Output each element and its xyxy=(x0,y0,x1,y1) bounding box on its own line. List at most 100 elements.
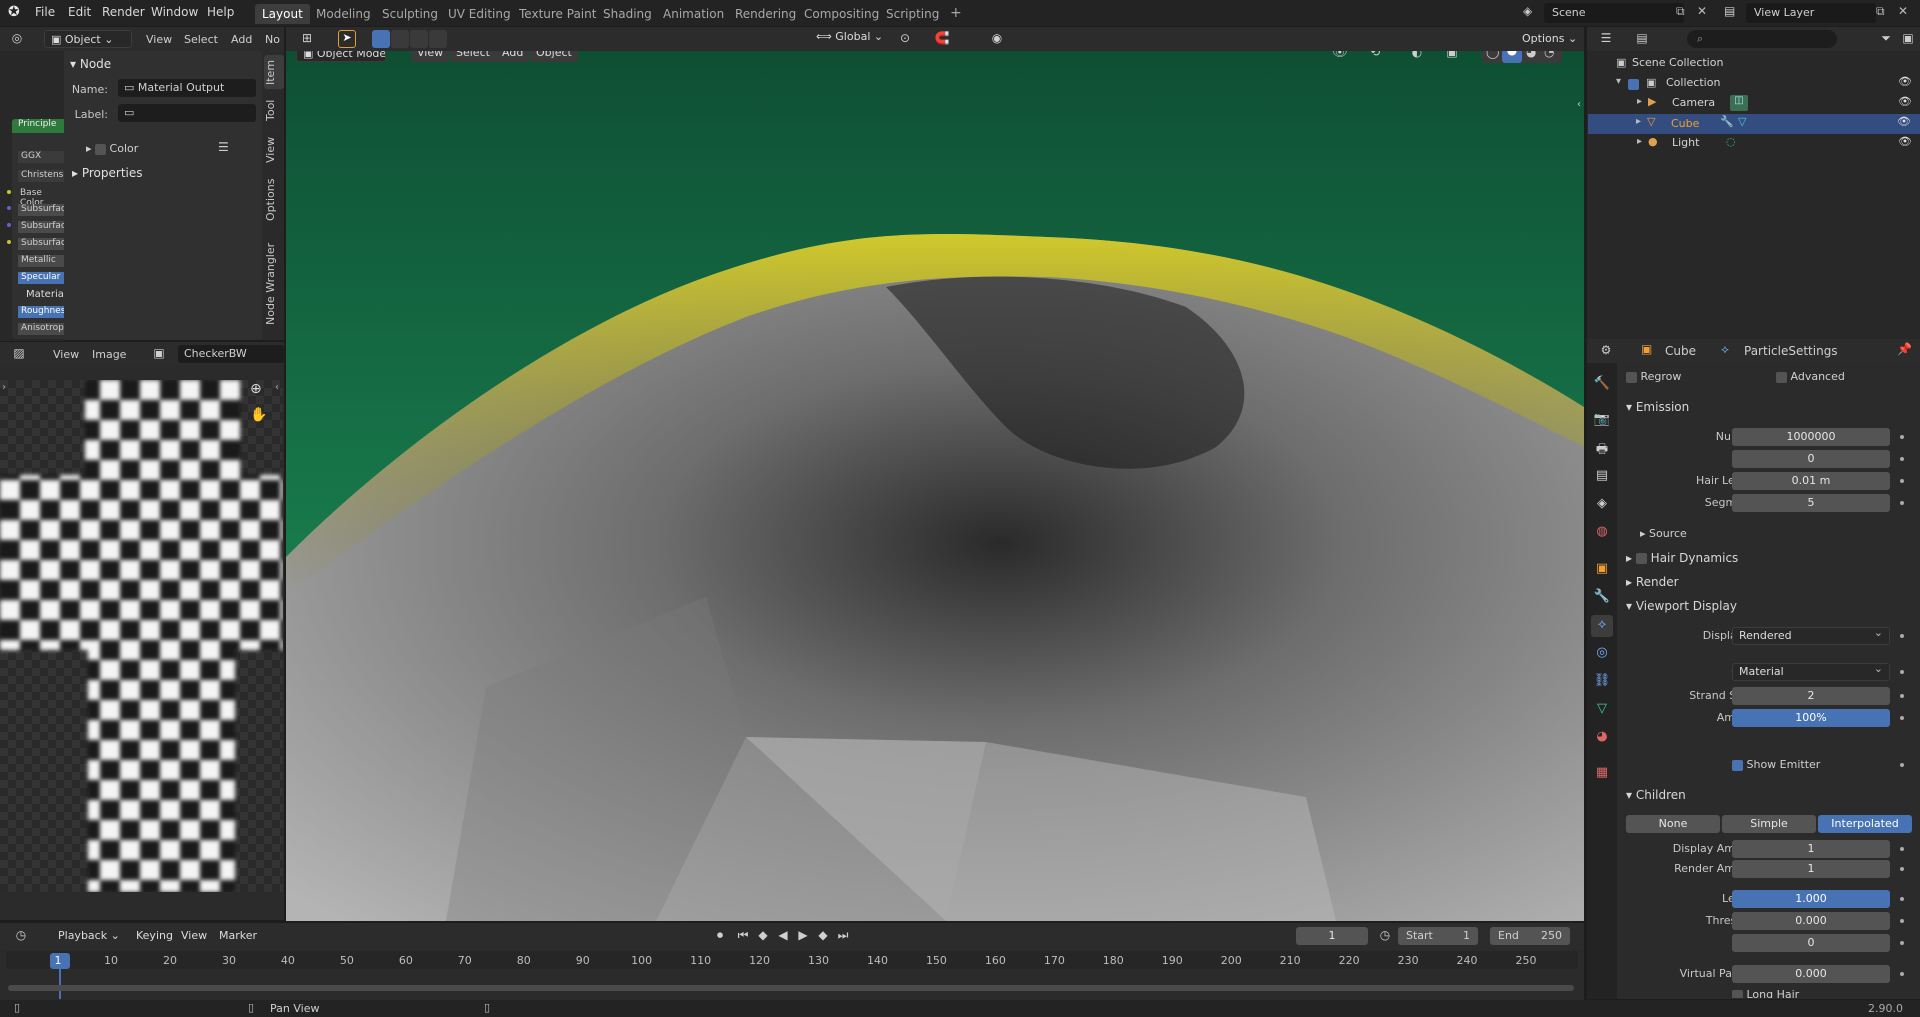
new-scene-icon[interactable]: ⧉ xyxy=(1676,4,1685,19)
delete-view-layer-icon[interactable]: ✕ xyxy=(1898,4,1908,18)
expand-arrow-icon[interactable]: ▾ xyxy=(1616,76,1621,87)
select-mode-new-icon[interactable] xyxy=(372,30,390,48)
object-type-dropdown[interactable]: ▣ Object ⌄ xyxy=(44,30,132,48)
node-editor[interactable]: ◎ ▣ Object ⌄ View Select Add No Principl… xyxy=(0,27,284,341)
new-view-layer-icon[interactable]: ⧉ xyxy=(1876,4,1885,19)
node-label-field[interactable]: ▭ xyxy=(118,104,256,122)
view-layer-icon[interactable]: ▤ xyxy=(1724,4,1735,18)
keyframe-dot-icon[interactable] xyxy=(1900,501,1904,505)
timeline-scrollbar[interactable] xyxy=(8,985,1574,991)
socket-icon[interactable] xyxy=(7,240,11,244)
current-frame-field[interactable]: 1 xyxy=(1296,927,1368,945)
image-menu[interactable]: Image xyxy=(92,348,126,361)
threshold-field[interactable]: 0.000 xyxy=(1732,912,1890,930)
segments-field[interactable]: 5 xyxy=(1732,494,1890,512)
keyframe-dot-icon[interactable] xyxy=(1900,919,1904,923)
play-icon[interactable]: ▶ xyxy=(792,926,814,946)
tab-modeling[interactable]: Modeling xyxy=(309,4,378,24)
outliner-row-cube[interactable]: ▸ ▽ Cube 🔧 ▽ 👁 xyxy=(1588,114,1920,134)
advanced-checkbox[interactable] xyxy=(1776,371,1787,383)
number-field[interactable]: 1000000 xyxy=(1732,428,1890,446)
expand-arrow-icon[interactable]: ▸ xyxy=(1636,116,1641,127)
view-layer-selector[interactable]: View Layer xyxy=(1746,3,1876,23)
constraints-tab-icon[interactable]: ⛓ xyxy=(1591,671,1613,693)
virtual-parents-field[interactable]: 0.000 xyxy=(1732,965,1890,983)
modifier-icon[interactable]: 🔧 xyxy=(1720,115,1734,128)
tab-tool[interactable]: Tool xyxy=(264,93,284,127)
modifiers-tab-icon[interactable]: 🔧 xyxy=(1591,587,1613,609)
properties-editor-type-icon[interactable]: ⚙ xyxy=(1595,341,1617,361)
hair-dynamics-checkbox[interactable] xyxy=(1635,553,1647,564)
pan-hand-icon[interactable]: ✋ xyxy=(250,407,267,423)
display-amount-field[interactable]: 1 xyxy=(1732,840,1890,858)
image-editor-type-icon[interactable]: ▨ xyxy=(8,344,30,364)
scene-tab-icon[interactable]: ◈ xyxy=(1591,494,1613,516)
menu-edit[interactable]: Edit xyxy=(68,5,91,19)
children-none-button[interactable]: None xyxy=(1626,815,1720,833)
particles-tab-icon[interactable]: ⟡ xyxy=(1591,615,1613,637)
node-view-menu[interactable]: View xyxy=(146,33,172,46)
play-reverse-icon[interactable]: ◀ xyxy=(772,926,794,946)
editor-type-icon[interactable]: ◎ xyxy=(6,29,28,49)
blender-logo-icon[interactable]: ✪ xyxy=(8,4,26,22)
select-mode-intersect-icon[interactable] xyxy=(429,30,447,48)
show-emitter-checkbox[interactable] xyxy=(1732,759,1743,771)
tab-rendering[interactable]: Rendering xyxy=(728,4,803,24)
jump-start-icon[interactable]: ⏮ xyxy=(732,926,754,946)
amount-slider[interactable]: 100% xyxy=(1732,709,1890,727)
eye-icon[interactable]: 👁 xyxy=(1898,135,1912,148)
camera-data-icon[interactable]: ◫ xyxy=(1730,95,1748,111)
socket-icon[interactable] xyxy=(7,206,11,210)
keyframe-dot-icon[interactable] xyxy=(1900,670,1904,674)
bsdf-node[interactable]: Principle GGX Christense Base Color Subs… xyxy=(12,119,69,339)
advanced-toggle[interactable]: Advanced xyxy=(1776,370,1845,383)
filter-icon[interactable]: ⏷ xyxy=(1875,29,1897,49)
viewport-3d[interactable]: ▣ Object Mode ⌄ View Select Add Object 👁… xyxy=(286,27,1584,921)
color-mode-dropdown[interactable]: Material xyxy=(1732,662,1890,681)
eye-icon[interactable]: 👁 xyxy=(1898,75,1912,88)
keyframe-dot-icon[interactable] xyxy=(1900,694,1904,698)
node-menu[interactable]: No xyxy=(265,33,280,46)
keyframe-dot-icon[interactable] xyxy=(1900,479,1904,483)
select-mode-extend-icon[interactable] xyxy=(391,30,409,48)
menu-window[interactable]: Window xyxy=(151,5,198,19)
color-subpanel[interactable]: ▸ Color xyxy=(86,142,138,155)
tab-view[interactable]: View xyxy=(264,131,284,169)
object-tab-icon[interactable]: ▣ xyxy=(1591,559,1613,581)
viewport-display-panel-header[interactable]: ▾ Viewport Display xyxy=(1626,599,1737,613)
viewport-sidebar-toggle-icon[interactable]: ‹ xyxy=(1577,99,1581,110)
keyframe-dot-icon[interactable] xyxy=(1900,457,1904,461)
tab-scripting[interactable]: Scripting xyxy=(879,4,946,24)
output-tab-icon[interactable]: 🖶 xyxy=(1591,438,1613,460)
bsdf-subsurface[interactable]: Subsurfac xyxy=(18,204,66,216)
image-name-field[interactable]: CheckerBW xyxy=(178,345,284,363)
display-mode-icon[interactable]: ▤ xyxy=(1631,29,1653,49)
socket-icon[interactable] xyxy=(7,223,11,227)
color-checkbox[interactable] xyxy=(95,143,107,155)
light-data-icon[interactable]: ◌ xyxy=(1726,135,1736,148)
long-hair-toggle[interactable]: Long Hair xyxy=(1732,988,1890,998)
physics-tab-icon[interactable]: ◎ xyxy=(1591,643,1613,665)
delete-scene-icon[interactable]: ✕ xyxy=(1697,4,1707,18)
keyframe-dot-icon[interactable] xyxy=(1900,763,1904,767)
display-as-dropdown[interactable]: Rendered xyxy=(1732,626,1890,645)
bsdf-anisotropic[interactable]: Anisotrop xyxy=(18,323,64,335)
record-icon[interactable]: ⏺ xyxy=(709,926,731,946)
scene-icon[interactable]: ◈ xyxy=(1523,4,1541,22)
tab-options[interactable]: Options xyxy=(264,173,284,227)
node-select-menu[interactable]: Select xyxy=(184,33,218,46)
keyframe-dot-icon[interactable] xyxy=(1900,634,1904,638)
keyframe-dot-icon[interactable] xyxy=(1900,972,1904,976)
timeline-editor-type-icon[interactable]: ◷ xyxy=(10,926,32,946)
select-mode-subtract-icon[interactable] xyxy=(410,30,428,48)
outliner-row-collection[interactable]: ▾ ▣ Collection 👁 xyxy=(1590,75,1920,93)
tab-node-wrangler[interactable]: Node Wrangler xyxy=(264,231,284,337)
menu-file[interactable]: File xyxy=(35,5,55,19)
options-dropdown[interactable]: Options ⌄ xyxy=(1516,30,1576,48)
outliner-row-camera[interactable]: ▸ ▶ Camera ◫ 👁 xyxy=(1590,95,1920,113)
marker-menu[interactable]: Marker xyxy=(213,927,264,945)
list-icon[interactable]: ☰ xyxy=(218,140,229,154)
exclude-checkbox[interactable] xyxy=(1628,78,1639,90)
proportional-edit-icon[interactable]: ◉ xyxy=(986,29,1008,49)
image-view-menu[interactable]: View xyxy=(53,348,79,361)
